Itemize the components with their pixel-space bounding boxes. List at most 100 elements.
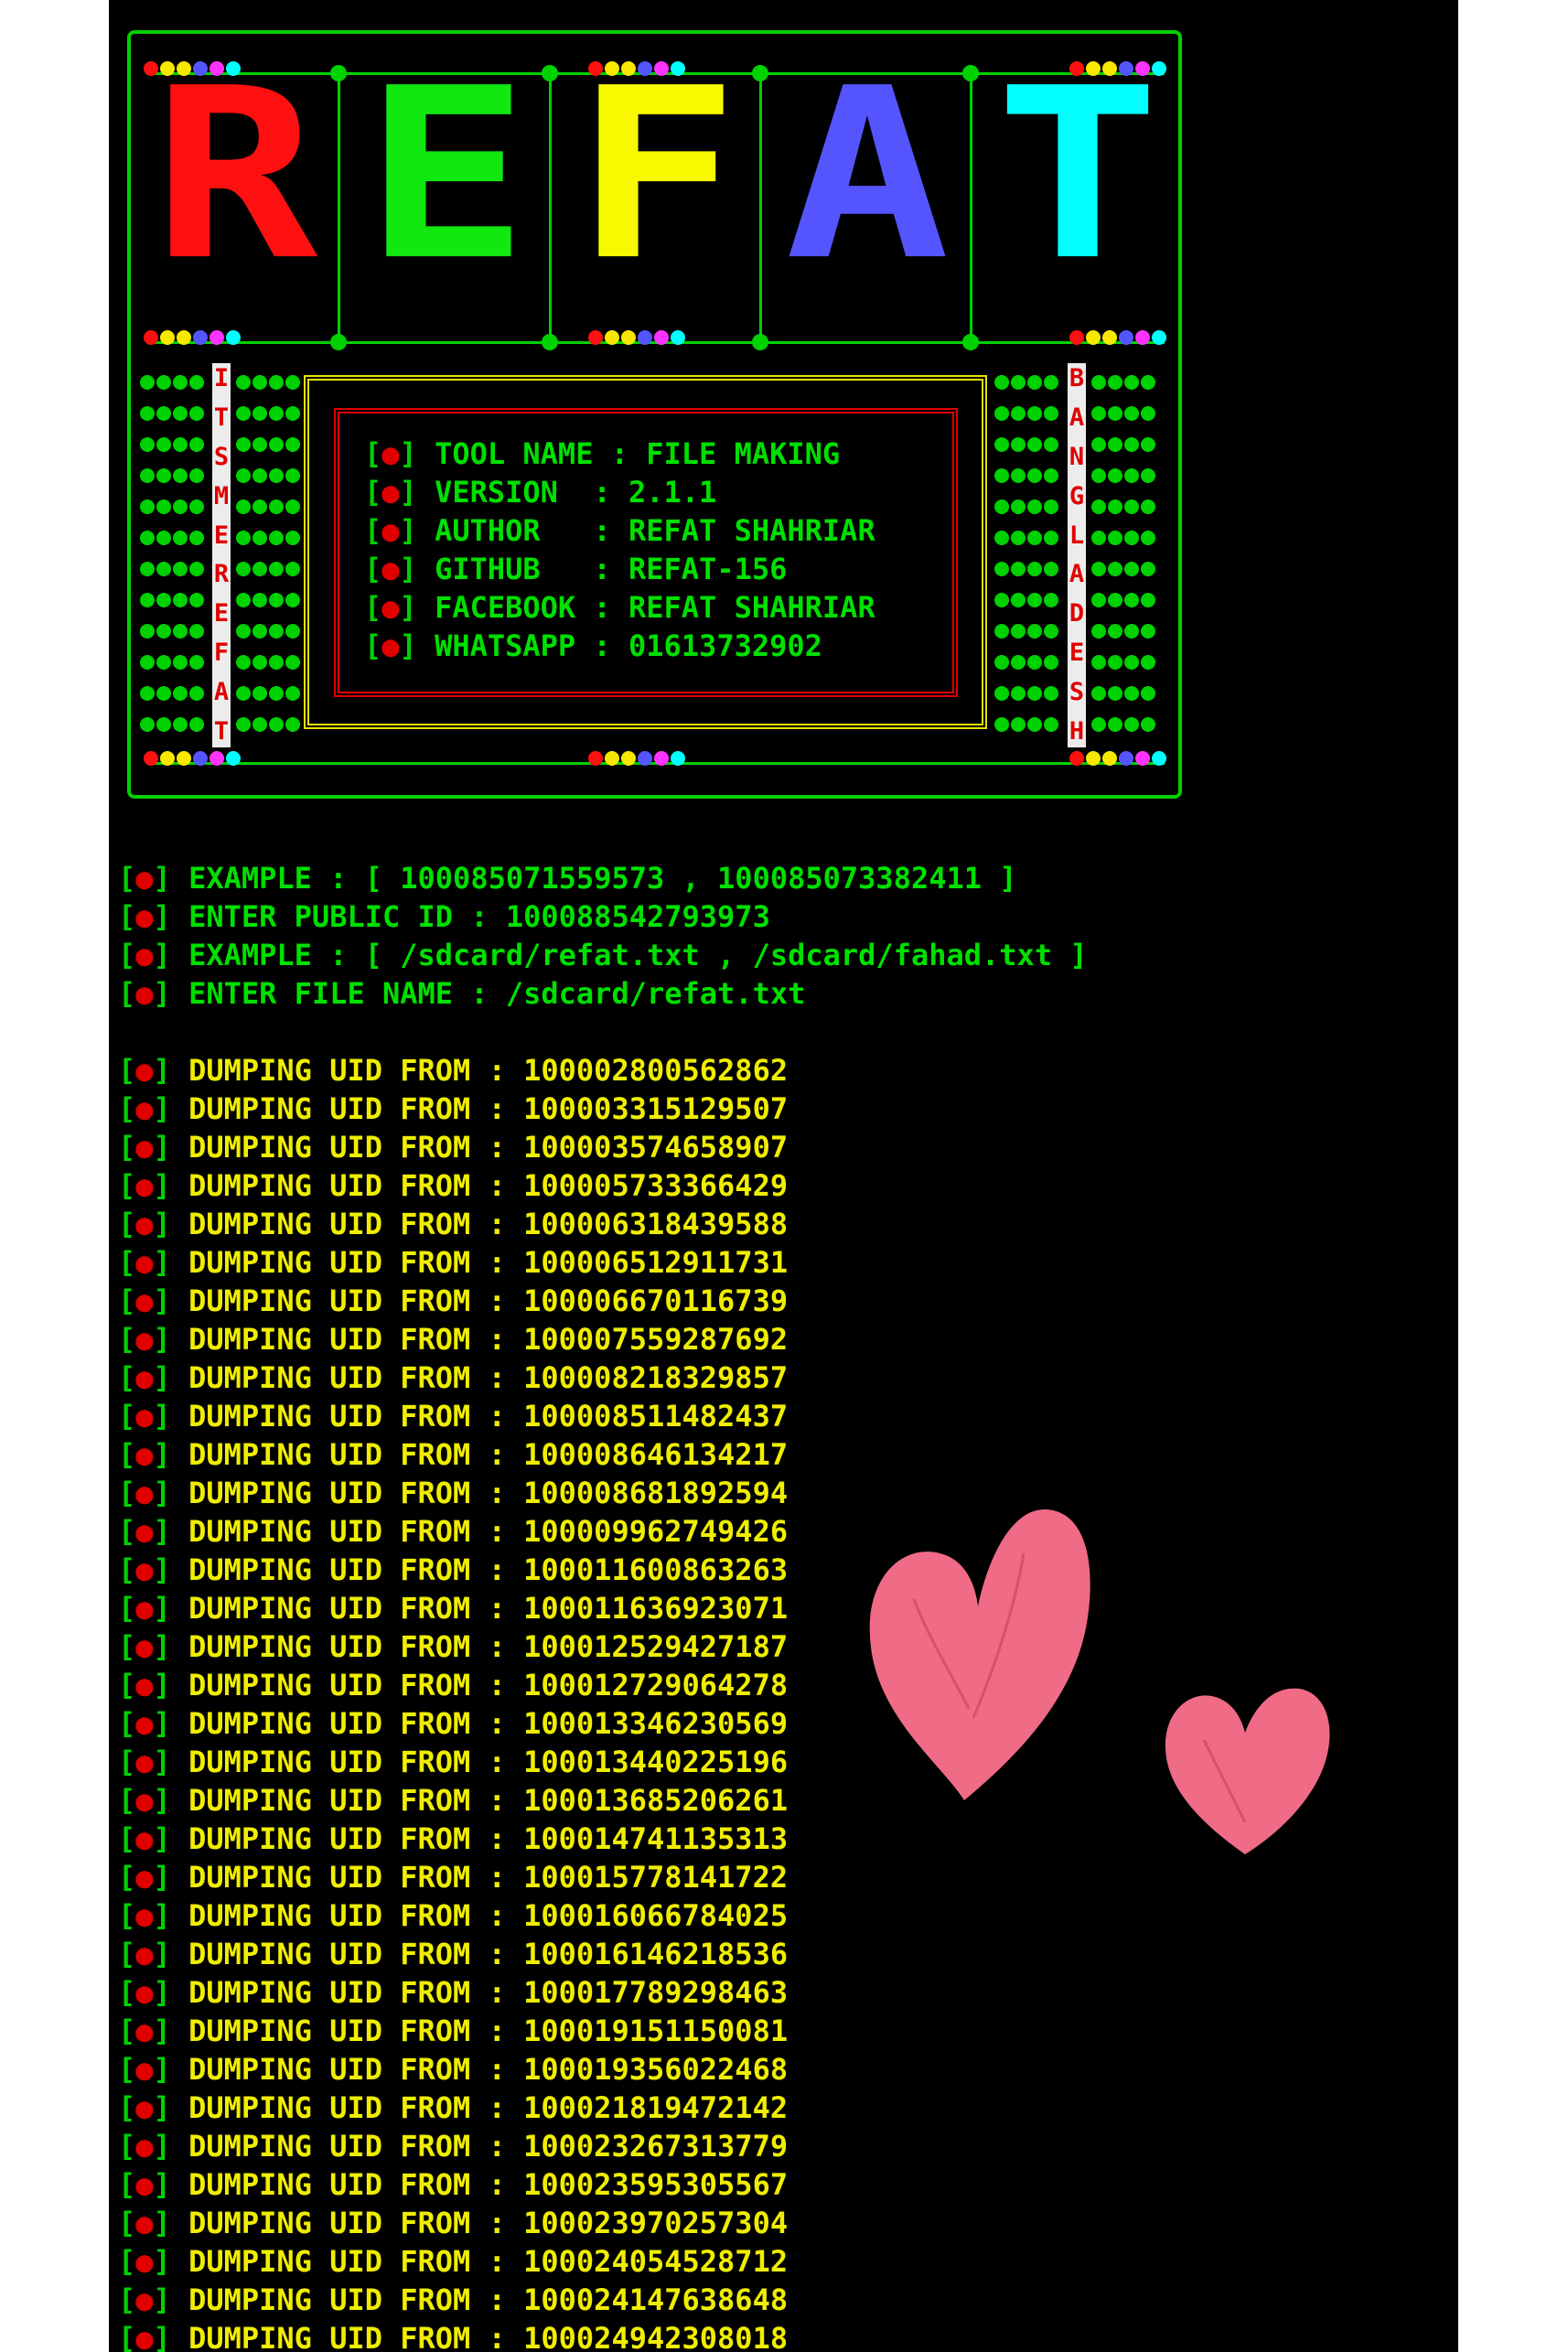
green-dot	[269, 531, 284, 545]
green-dot	[236, 717, 251, 732]
colored-dot	[160, 751, 175, 766]
dump-label: DUMPING UID FROM :	[188, 2206, 524, 2240]
green-dot	[189, 437, 204, 452]
green-dot	[1011, 655, 1026, 670]
green-dot	[1044, 499, 1058, 514]
green-dot	[1141, 375, 1155, 390]
info-row: [●] WHATSAPP : 01613732902	[364, 628, 822, 663]
dump-label: DUMPING UID FROM :	[188, 2167, 524, 2202]
green-dot	[252, 655, 267, 670]
green-dot	[156, 686, 171, 701]
info-row: [●] VERSION : 2.1.1	[364, 475, 717, 510]
green-dot	[189, 562, 204, 576]
green-dot	[269, 686, 284, 701]
green-dot	[1141, 468, 1155, 483]
green-dot	[269, 375, 284, 390]
green-dot	[1027, 717, 1042, 732]
green-dot	[236, 593, 251, 607]
green-dot	[1011, 562, 1026, 576]
green-dot	[1027, 624, 1042, 639]
green-dot	[1108, 499, 1122, 514]
green-dot	[269, 562, 284, 576]
green-dot	[1011, 499, 1026, 514]
colored-dot	[621, 330, 636, 345]
colored-dot	[226, 751, 241, 766]
dump-label: DUMPING UID FROM :	[188, 1975, 524, 2010]
colored-dot	[226, 330, 241, 345]
green-dot	[252, 562, 267, 576]
colored-dot	[588, 751, 603, 766]
dump-line: [●] DUMPING UID FROM : 100015778141722	[118, 1860, 789, 1895]
green-dot	[1124, 686, 1139, 701]
dump-label: DUMPING UID FROM :	[188, 1437, 524, 1472]
green-dot	[140, 562, 155, 576]
dump-uid: 100017789298463	[523, 1975, 789, 2010]
dump-label: DUMPING UID FROM :	[188, 1514, 524, 1549]
green-dot	[1044, 686, 1058, 701]
green-dot	[1141, 562, 1155, 576]
green-dot	[1011, 717, 1026, 732]
green-dot	[1091, 499, 1106, 514]
green-dot	[1141, 406, 1155, 421]
green-dot	[189, 655, 204, 670]
green-dot	[1141, 655, 1155, 670]
green-dot	[1108, 562, 1122, 576]
dump-uid: 100021819472142	[523, 2090, 789, 2125]
colored-dot	[1086, 330, 1101, 345]
green-dot	[269, 624, 284, 639]
dump-label: DUMPING UID FROM :	[188, 1476, 524, 1510]
green-dot	[1124, 655, 1139, 670]
green-dot	[156, 655, 171, 670]
dump-label: DUMPING UID FROM :	[188, 1706, 524, 1741]
green-dot	[156, 437, 171, 452]
dump-line: [●] DUMPING UID FROM : 100005733366429	[118, 1168, 789, 1203]
dump-line: [●] DUMPING UID FROM : 100008646134217	[118, 1437, 789, 1472]
dump-uid: 100008511482437	[523, 1399, 789, 1434]
info-row: [●] TOOL NAME : FILE MAKING	[364, 436, 841, 471]
prompt-line: [●] EXAMPLE : [ 100085071559573 , 100085…	[118, 861, 1017, 896]
colored-dot	[1102, 751, 1117, 766]
green-dot	[156, 717, 171, 732]
dump-uid: 100003315129507	[523, 1091, 789, 1126]
green-dot	[252, 468, 267, 483]
green-dot	[236, 655, 251, 670]
terminal-window[interactable]: R E F A T ITSMEREFAT BANGLADESH [●] TOOL…	[109, 0, 1458, 2352]
dump-uid: 100008218329857	[523, 1360, 789, 1395]
dump-uid: 100008681892594	[523, 1476, 789, 1510]
green-dot	[269, 406, 284, 421]
info-row: [●] FACEBOOK : REFAT SHAHRIAR	[364, 590, 875, 625]
dump-uid: 100003574658907	[523, 1130, 789, 1165]
green-dot	[994, 717, 1009, 732]
dump-line: [●] DUMPING UID FROM : 100006670116739	[118, 1283, 789, 1318]
green-dot	[1044, 375, 1058, 390]
green-dot	[1124, 437, 1139, 452]
dump-label: DUMPING UID FROM :	[188, 1091, 524, 1126]
green-dot	[994, 655, 1009, 670]
dump-uid: 100019356022468	[523, 2052, 789, 2087]
rail-node	[330, 334, 347, 350]
rail-node	[962, 65, 979, 81]
colored-dot	[1086, 751, 1101, 766]
green-dot	[1091, 686, 1106, 701]
green-dot	[269, 499, 284, 514]
dump-line: [●] DUMPING UID FROM : 100023267313779	[118, 2129, 789, 2164]
dump-label: DUMPING UID FROM :	[188, 2282, 524, 2317]
dump-uid: 100011636923071	[523, 1591, 789, 1626]
dump-label: DUMPING UID FROM :	[188, 1168, 524, 1203]
green-dot	[994, 624, 1009, 639]
green-dot	[269, 717, 284, 732]
dump-line: [●] DUMPING UID FROM : 100013440225196	[118, 1745, 789, 1779]
vertical-letter: E	[213, 521, 230, 550]
green-dot	[252, 375, 267, 390]
green-dot	[189, 624, 204, 639]
green-dot	[140, 624, 155, 639]
green-dot	[1091, 593, 1106, 607]
colored-dot	[160, 330, 175, 345]
green-dot	[236, 499, 251, 514]
green-dot	[1141, 499, 1155, 514]
green-dot	[252, 499, 267, 514]
dump-line: [●] DUMPING UID FROM : 100016066784025	[118, 1898, 789, 1933]
green-dot	[1027, 531, 1042, 545]
green-dot	[1044, 655, 1058, 670]
green-dot	[1011, 686, 1026, 701]
